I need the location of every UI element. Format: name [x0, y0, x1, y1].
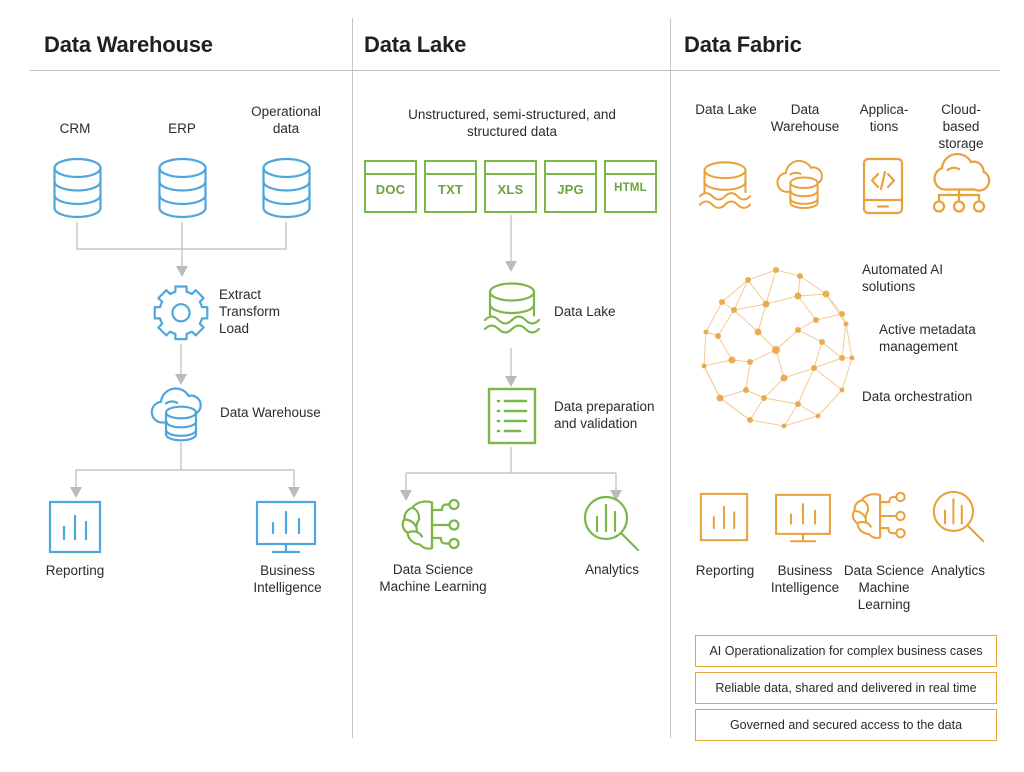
chip-header-line [426, 173, 475, 175]
file-type-doc: DOC [364, 160, 417, 213]
bar-chart-square-icon [48, 500, 102, 554]
column-title-data-lake: Data Lake [364, 32, 467, 57]
fabric-source-label-data-warehouse: Data Warehouse [770, 102, 840, 134]
fabric-output-label-business-intelligence: Business Intelligence [770, 563, 840, 595]
magnifier-chart-icon [583, 495, 641, 553]
network-mesh-icon [688, 258, 864, 434]
fabric-source-label-applications: Applica- tions [859, 102, 909, 134]
callout-ai-operationalization: AI Operationalization for complex busine… [695, 635, 997, 667]
header-divider [30, 70, 1000, 71]
file-type-label: HTML [614, 182, 647, 194]
bar-chart-square-icon [699, 492, 749, 542]
diagram-canvas: Data Warehouse Data Lake Data Fabric CRM… [0, 0, 1024, 772]
cloud-network-icon [928, 152, 991, 215]
brain-circuit-icon [851, 490, 910, 542]
chip-header-line [366, 173, 415, 175]
brain-circuit-icon [401, 497, 464, 553]
source-label-crm: CRM [59, 121, 91, 136]
callout-governed-access: Governed and secured access to the data [695, 709, 997, 741]
file-type-label: XLS [497, 182, 524, 197]
fabric-source-label-cloud-storage: Cloud- based storage [938, 102, 984, 151]
checklist-document-icon [487, 387, 537, 445]
fabric-capability-data-orchestration: Data orchestration [862, 389, 973, 404]
output-label-data-science: Data Science Machine Learning [379, 562, 487, 594]
data-lake-store-label: Data Lake [554, 304, 616, 319]
monitor-chart-icon [774, 493, 832, 545]
chip-header-line [606, 173, 655, 175]
file-type-html: HTML [604, 160, 657, 213]
output-label-reporting: Reporting [45, 563, 105, 578]
database-cylinder-icon [50, 157, 105, 219]
output-label-analytics: Analytics [584, 562, 640, 577]
fabric-output-label-analytics: Analytics [930, 563, 986, 578]
database-cylinder-icon [259, 157, 314, 219]
file-type-label: JPG [557, 182, 584, 197]
file-type-jpg: JPG [544, 160, 597, 213]
file-type-label: TXT [437, 182, 464, 197]
file-type-label: DOC [375, 182, 406, 197]
connector-lake-to-prep [505, 348, 517, 388]
output-label-business-intelligence: Business Intelligence [253, 563, 322, 595]
fabric-source-label-data-lake: Data Lake [695, 102, 757, 117]
file-type-txt: TXT [424, 160, 477, 213]
column-title-data-warehouse: Data Warehouse [44, 32, 213, 57]
gear-icon [152, 283, 210, 341]
callout-reliable-data: Reliable data, shared and delivered in r… [695, 672, 997, 704]
column-divider-left [352, 18, 353, 738]
connector-sources-to-etl [60, 222, 300, 280]
chip-header-line [486, 173, 535, 175]
source-label-operational-data: Operational data [251, 104, 321, 136]
data-lake-intro-text: Unstructured, semi-structured, and struc… [408, 107, 616, 139]
chip-header-line [546, 173, 595, 175]
file-type-xls: XLS [484, 160, 537, 213]
fabric-capability-automated-ai: Automated AI solutions [862, 262, 944, 294]
monitor-chart-icon [255, 500, 317, 556]
source-label-erp: ERP [168, 121, 196, 136]
etl-label: Extract Transform Load [219, 287, 281, 336]
column-divider-right [670, 18, 671, 738]
data-warehouse-store-label: Data Warehouse [220, 405, 321, 420]
fabric-output-label-reporting: Reporting [695, 563, 755, 578]
data-preparation-label: Data preparation and validation [554, 399, 655, 431]
fabric-capability-active-metadata: Active metadata management [879, 322, 976, 354]
cloud-database-icon [774, 158, 834, 212]
lake-cylinder-icon [482, 281, 542, 339]
mobile-code-icon [862, 157, 904, 215]
column-title-data-fabric: Data Fabric [684, 32, 802, 57]
connector-files-to-lake [505, 215, 517, 273]
connector-etl-to-warehouse [175, 344, 187, 386]
magnifier-chart-icon [932, 490, 986, 544]
database-cylinder-icon [155, 157, 210, 219]
cloud-database-icon [148, 386, 214, 444]
lake-cylinder-icon [697, 160, 753, 214]
connector-warehouse-to-outputs [70, 442, 300, 502]
